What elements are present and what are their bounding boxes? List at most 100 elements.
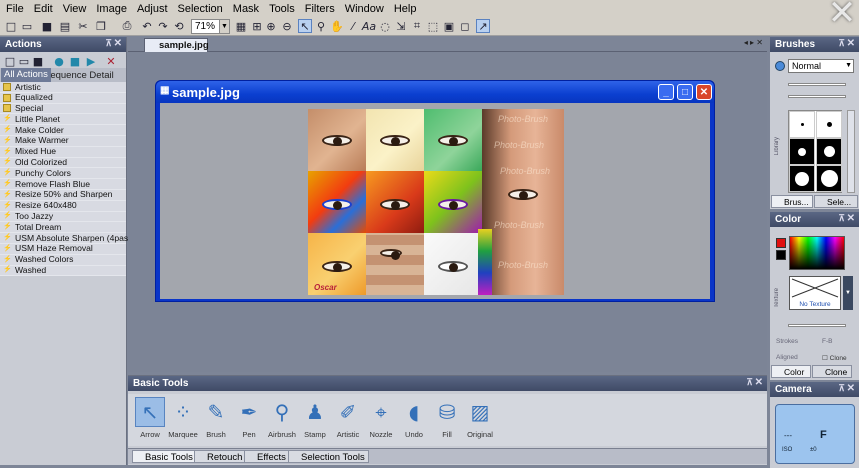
print-icon[interactable]: ⎙ (120, 19, 134, 33)
image-window-titlebar[interactable]: ▦ sample.jpg _ □ ✕ (156, 81, 714, 103)
color-spectrum[interactable] (789, 236, 845, 270)
tool-pen[interactable]: ✒ Pen (231, 397, 267, 444)
new-action-icon[interactable]: □ (3, 54, 17, 68)
close-panel-icon[interactable]: ✕ (755, 377, 763, 388)
action-item[interactable]: ⚡ Mixed Hue (0, 146, 126, 158)
tool-airbrush[interactable]: ⚲ Airbrush (264, 397, 300, 444)
hand-icon[interactable]: ✋ (330, 19, 344, 33)
tab-basic-tools[interactable]: Basic Tools (132, 450, 197, 463)
redo-icon[interactable]: ↷ (156, 19, 170, 33)
close-panel-icon[interactable]: ✕ (847, 38, 855, 49)
menu-item-edit[interactable]: Edit (34, 3, 53, 15)
zoom-actual-icon[interactable]: ▦ (234, 19, 248, 33)
foreground-color-swatch[interactable] (776, 238, 786, 248)
stop-icon[interactable]: ■ (68, 54, 82, 68)
action-item[interactable]: ⚡ USM Haze Removal (0, 243, 126, 255)
texture-preview[interactable]: No Texture (789, 276, 841, 310)
tab-retouch[interactable]: Retouch (194, 450, 247, 463)
chevron-down-icon[interactable]: ▼ (843, 276, 853, 310)
save-icon[interactable]: ■ (40, 19, 54, 33)
action-item[interactable]: ⚡ Too Jazzy (0, 211, 126, 223)
record-icon[interactable]: ● (52, 54, 66, 68)
minimize-icon[interactable]: _ (658, 84, 674, 100)
tool-arrow[interactable]: ↖ Arrow (132, 397, 168, 444)
undo-icon[interactable]: ↶ (140, 19, 154, 33)
pin-icon[interactable]: ⊼ (105, 38, 112, 49)
pointer-tool-icon[interactable]: ↖ (298, 19, 312, 33)
tool-fill[interactable]: ⛁ Fill (429, 397, 465, 444)
action-item[interactable]: ⚡ Resize 50% and Sharpen (0, 189, 126, 201)
zoom-out-icon[interactable]: ⊖ (280, 19, 294, 33)
tool-nozzle[interactable]: ⌖ Nozzle (363, 397, 399, 444)
brush-scrollbar[interactable] (847, 110, 855, 193)
menu-item-window[interactable]: Window (345, 3, 384, 15)
texture-slider[interactable] (788, 324, 846, 327)
tab-brushes[interactable]: Brus... (771, 195, 813, 208)
pin-icon[interactable]: ⊼ (838, 213, 845, 224)
rectangle-select-icon[interactable]: ⬚ (426, 19, 440, 33)
chevron-down-icon[interactable]: ▼ (845, 60, 852, 72)
zoom-select[interactable]: 71% ▼ (191, 19, 230, 34)
tool-original[interactable]: ▨ Original (462, 397, 498, 444)
tab-color[interactable]: Color (771, 365, 811, 378)
pin-icon[interactable]: ⊼ (838, 38, 845, 49)
pin-icon[interactable]: ⊼ (838, 383, 845, 394)
save-action-icon[interactable]: ■ (31, 54, 45, 68)
help-pointer-icon[interactable]: ↗ (476, 19, 490, 33)
image-canvas[interactable]: Photo-Brush Photo-Brush Photo-Brush Phot… (160, 103, 710, 299)
menu-item-tools[interactable]: Tools (269, 3, 295, 15)
action-item[interactable]: ⚡ Punchy Colors (0, 168, 126, 180)
action-folder[interactable]: Equalized (0, 92, 126, 104)
menu-item-view[interactable]: View (63, 3, 87, 15)
background-color-swatch[interactable] (776, 250, 786, 260)
transform-icon[interactable]: ⇲ (394, 19, 408, 33)
aligned-option[interactable]: Aligned (776, 354, 798, 361)
text-tool-icon[interactable]: Aa (362, 19, 376, 33)
menu-item-adjust[interactable]: Adjust (137, 3, 168, 15)
size-slider[interactable] (788, 95, 846, 98)
tab-clone[interactable]: Clone (812, 365, 852, 378)
magnifier-icon[interactable]: ⚲ (314, 19, 328, 33)
tab-nav-arrows-icon[interactable]: ◂ ▸ ✕ (744, 38, 763, 47)
ellipse-icon[interactable]: ◻ (458, 19, 472, 33)
eyedropper-icon[interactable]: ⁄ (346, 19, 360, 33)
menu-item-file[interactable]: File (6, 3, 24, 15)
properties-icon[interactable]: ▤ (58, 19, 72, 33)
document-tab[interactable]: sample.jpg (144, 38, 209, 52)
action-item[interactable]: ⚡ USM Absolute Sharpen (4pass) (0, 233, 135, 244)
tab-selection[interactable]: Sele... (814, 195, 858, 208)
fb-option[interactable]: F-B (822, 338, 832, 345)
menu-item-help[interactable]: Help (394, 3, 417, 15)
tab-sequence-detail[interactable]: Sequence Detail (44, 69, 114, 82)
image-icon[interactable]: ▣ (442, 19, 456, 33)
tool-artistic[interactable]: ✐ Artistic (330, 397, 366, 444)
close-panel-icon[interactable]: ✕ (847, 383, 855, 394)
copy-icon[interactable]: ❐ (94, 19, 108, 33)
tool-undo[interactable]: ◖ Undo (396, 397, 432, 444)
menu-item-image[interactable]: Image (96, 3, 127, 15)
lasso-icon[interactable]: ◌ (378, 19, 392, 33)
action-item[interactable]: ⚡ Make Colder (0, 125, 126, 136)
open-folder-icon[interactable]: ▭ (20, 19, 34, 33)
play-icon[interactable]: ▶ (84, 54, 98, 68)
action-item[interactable]: ⚡ Washed Colors (0, 254, 126, 266)
action-item[interactable]: ⚡ Make Warmer (0, 135, 126, 147)
menu-item-filters[interactable]: Filters (305, 3, 335, 15)
delete-icon[interactable]: ✕ (104, 54, 118, 68)
menu-item-selection[interactable]: Selection (178, 3, 223, 15)
cut-icon[interactable]: ✂ (76, 19, 90, 33)
brush-library-grid[interactable] (788, 110, 842, 193)
tool-brush[interactable]: ✎ Brush (198, 397, 234, 444)
opacity-slider[interactable] (788, 83, 846, 86)
clone-option[interactable]: ☐ Clone (822, 354, 847, 362)
menu-item-mask[interactable]: Mask (233, 3, 259, 15)
open-action-icon[interactable]: ▭ (17, 54, 31, 68)
rotate-icon[interactable]: ⟲ (172, 19, 186, 33)
tab-all-actions[interactable]: All Actions (1, 68, 51, 82)
action-item[interactable]: ⚡ Old Colorized (0, 157, 126, 169)
tab-selection-tools[interactable]: Selection Tools (288, 450, 369, 463)
action-folder[interactable]: Special (0, 103, 126, 115)
close-panel-icon[interactable]: ✕ (114, 38, 122, 49)
tab-effects[interactable]: Effects (244, 450, 290, 463)
strokes-option[interactable]: Strokes (776, 338, 798, 345)
